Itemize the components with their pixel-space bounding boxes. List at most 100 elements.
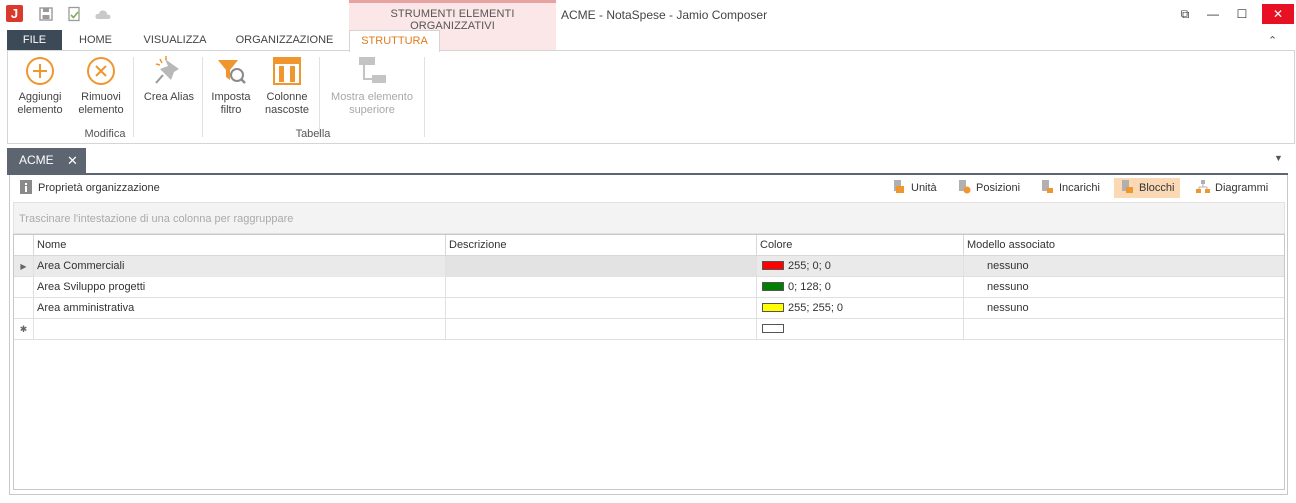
new-row-icon: ✱ bbox=[19, 324, 28, 334]
create-alias-button[interactable]: Crea Alias bbox=[140, 55, 198, 125]
cell-modello[interactable]: nessuno bbox=[963, 277, 1284, 298]
title-bar: J STRUMENTI ELEMENTI ORGANIZZATIVI ACME … bbox=[0, 0, 1296, 50]
cell-descrizione[interactable] bbox=[445, 319, 756, 340]
blocks-icon bbox=[1122, 180, 1133, 193]
columns-icon bbox=[273, 57, 301, 85]
save-icon[interactable] bbox=[38, 6, 54, 22]
show-parent-label-1: Mostra elemento bbox=[331, 91, 413, 103]
row-indicator-icon: ▶ bbox=[20, 262, 27, 271]
cell-descrizione[interactable] bbox=[445, 298, 756, 319]
tab-home[interactable]: HOME bbox=[68, 30, 123, 51]
row-indicator bbox=[14, 298, 33, 319]
cell-colore[interactable] bbox=[756, 319, 963, 340]
group-by-hint: Trascinare l'intestazione di una colonna… bbox=[19, 213, 294, 225]
row-indicator bbox=[14, 277, 33, 298]
cell-nome[interactable] bbox=[33, 319, 445, 340]
maximize-button[interactable]: ☐ bbox=[1229, 4, 1255, 24]
tab-visualizza[interactable]: VISUALIZZA bbox=[136, 30, 214, 51]
column-header-colore[interactable]: Colore bbox=[756, 235, 963, 256]
set-filter-label-2: filtro bbox=[220, 104, 242, 116]
add-element-button[interactable]: Aggiungi elemento bbox=[12, 55, 68, 125]
cell-modello[interactable] bbox=[963, 319, 1284, 340]
minimize-button[interactable]: — bbox=[1200, 4, 1226, 24]
unit-icon bbox=[894, 180, 904, 193]
show-parent-element-button[interactable]: Mostra elemento superiore bbox=[326, 55, 418, 125]
app-logo[interactable]: J bbox=[6, 5, 23, 22]
set-filter-label-1: Imposta bbox=[211, 91, 251, 103]
cell-modello[interactable]: nessuno bbox=[963, 298, 1284, 319]
color-value: 0; 128; 0 bbox=[788, 281, 831, 293]
toolbar-blocchi-label: Blocchi bbox=[1139, 182, 1175, 194]
hierarchy-icon bbox=[359, 57, 386, 83]
remove-element-label-1: Rimuovi bbox=[81, 91, 121, 103]
close-icon[interactable]: ✕ bbox=[67, 148, 78, 173]
restore-icon[interactable]: ⧉ bbox=[1172, 4, 1198, 24]
group-label-tabella: Tabella bbox=[295, 128, 331, 140]
cell-modello[interactable]: nessuno bbox=[963, 256, 1284, 277]
column-header-modello[interactable]: Modello associato bbox=[963, 235, 1284, 256]
document-tab-label: ACME bbox=[19, 153, 54, 167]
info-icon bbox=[20, 180, 32, 194]
separator bbox=[424, 57, 425, 137]
add-circle-icon bbox=[26, 57, 54, 85]
ribbon-panel: Aggiungi elemento Rimuovi elemento Crea … bbox=[7, 50, 1295, 144]
tab-organizzazione[interactable]: ORGANIZZAZIONE bbox=[226, 30, 343, 51]
table-row[interactable]: ▶ Area Commerciali 255; 0; 0 nessuno bbox=[14, 256, 1284, 277]
cell-colore[interactable]: 255; 255; 0 bbox=[756, 298, 963, 319]
organization-panel: Proprietà organizzazione Unità Posizioni… bbox=[9, 175, 1288, 495]
cell-colore[interactable]: 0; 128; 0 bbox=[756, 277, 963, 298]
group-by-area[interactable]: Trascinare l'intestazione di una colonna… bbox=[13, 202, 1285, 234]
remove-element-button[interactable]: Rimuovi elemento bbox=[72, 55, 130, 125]
remove-circle-icon bbox=[87, 57, 115, 85]
check-document-icon[interactable] bbox=[66, 6, 82, 22]
cell-nome[interactable]: Area amministrativa bbox=[33, 298, 445, 319]
create-alias-label: Crea Alias bbox=[143, 91, 195, 103]
remove-element-label-2: elemento bbox=[78, 104, 124, 116]
toolbar-blocchi[interactable]: Blocchi bbox=[1114, 178, 1181, 198]
close-button[interactable]: ✕ bbox=[1262, 4, 1294, 24]
toolbar-unita[interactable]: Unità bbox=[892, 178, 937, 198]
column-header-nome[interactable]: Nome bbox=[33, 235, 445, 256]
show-parent-label-2: superiore bbox=[349, 104, 395, 116]
add-element-label-1: Aggiungi bbox=[18, 91, 62, 103]
panel-toolbar: Proprietà organizzazione Unità Posizioni… bbox=[10, 175, 1287, 199]
assignments-icon bbox=[1042, 180, 1053, 193]
hidden-columns-label-2: nascoste bbox=[264, 104, 310, 116]
toolbar-diagrammi-label: Diagrammi bbox=[1215, 182, 1269, 194]
window-title: ACME - NotaSpese - Jamio Composer bbox=[561, 8, 768, 22]
toolbar-incarichi-label: Incarichi bbox=[1059, 182, 1100, 194]
positions-icon bbox=[959, 180, 971, 194]
new-row[interactable]: ✱ bbox=[14, 319, 1284, 340]
toolbar-posizioni-label: Posizioni bbox=[976, 182, 1021, 194]
grid-header: Nome Descrizione Colore Modello associat… bbox=[14, 235, 1284, 256]
column-header-descrizione[interactable]: Descrizione bbox=[445, 235, 756, 256]
tab-struttura[interactable]: STRUTTURA bbox=[349, 30, 440, 52]
set-filter-button[interactable]: Imposta filtro bbox=[206, 55, 256, 125]
cell-nome[interactable]: Area Sviluppo progetti bbox=[33, 277, 445, 298]
organization-properties-label: Proprietà organizzazione bbox=[38, 182, 160, 194]
hidden-columns-button[interactable]: Colonne nascoste bbox=[260, 55, 314, 125]
cloud-icon[interactable] bbox=[94, 6, 111, 22]
cell-descrizione[interactable] bbox=[445, 277, 756, 298]
toolbar-diagrammi[interactable]: Diagrammi bbox=[1196, 178, 1268, 198]
context-header-label: STRUMENTI ELEMENTI ORGANIZZATIVI bbox=[390, 8, 515, 32]
table-row[interactable]: Area Sviluppo progetti 0; 128; 0 nessuno bbox=[14, 277, 1284, 298]
toolbar-incarichi[interactable]: Incarichi bbox=[1040, 178, 1100, 198]
blocks-grid: Nome Descrizione Colore Modello associat… bbox=[13, 234, 1285, 490]
filter-icon bbox=[218, 60, 246, 84]
organization-properties-button[interactable]: Proprietà organizzazione bbox=[19, 178, 160, 198]
color-value: 255; 0; 0 bbox=[788, 260, 831, 272]
document-tab-acme[interactable]: ACME ✕ bbox=[7, 148, 86, 173]
toolbar-posizioni[interactable]: Posizioni bbox=[957, 178, 1020, 198]
cell-descrizione[interactable] bbox=[445, 256, 756, 277]
cell-nome[interactable]: Area Commerciali bbox=[33, 256, 445, 277]
color-swatch bbox=[762, 324, 784, 333]
diagram-icon bbox=[1196, 180, 1210, 193]
color-swatch bbox=[762, 261, 784, 270]
collapse-ribbon-icon[interactable]: ⌃ bbox=[1268, 34, 1277, 47]
tab-file[interactable]: FILE bbox=[7, 30, 62, 51]
cell-colore[interactable]: 255; 0; 0 bbox=[756, 256, 963, 277]
color-swatch bbox=[762, 282, 784, 291]
table-row[interactable]: Area amministrativa 255; 255; 0 nessuno bbox=[14, 298, 1284, 319]
chevron-down-icon[interactable]: ▼ bbox=[1274, 153, 1283, 163]
